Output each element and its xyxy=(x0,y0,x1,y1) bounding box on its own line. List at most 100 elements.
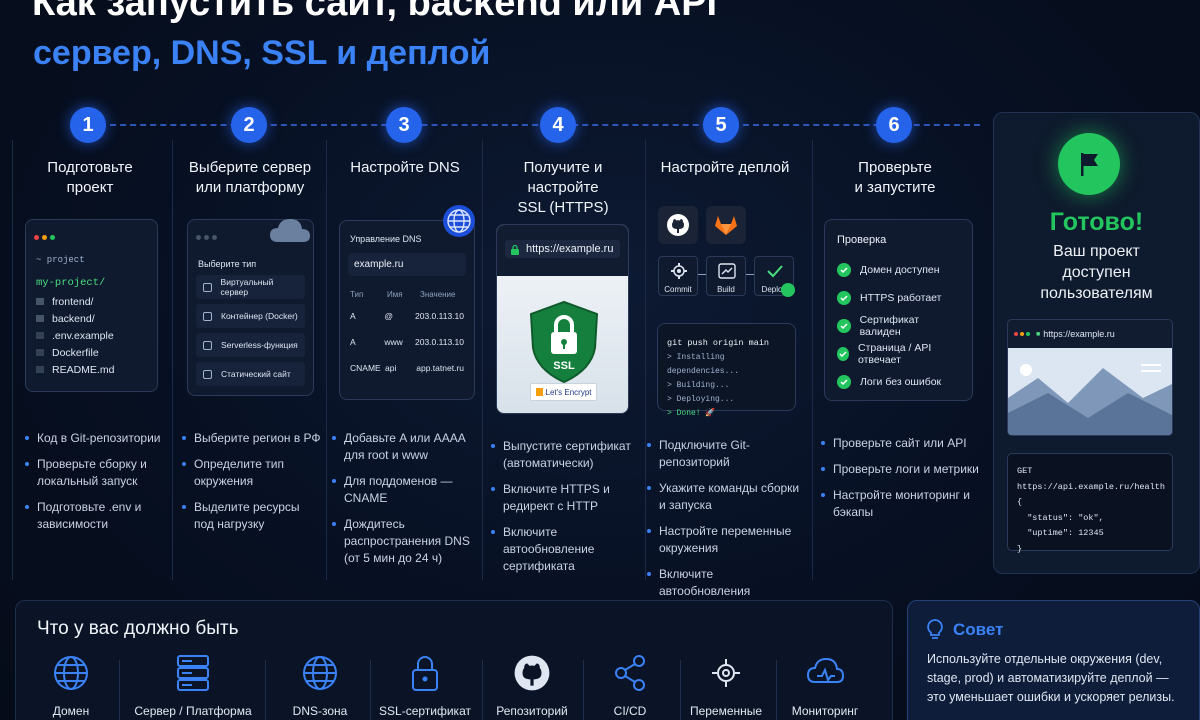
container-icon xyxy=(203,311,212,321)
bullet-item: Подключите Git-репозиторий xyxy=(647,437,807,471)
github-icon xyxy=(658,206,698,244)
page-subtitle: сервер, DNS, SSL и деплой xyxy=(33,34,491,72)
bullet-item: Дождитесь распространения DNS (от 5 мин … xyxy=(332,516,478,567)
file-item: frontend/ xyxy=(36,293,147,310)
share-nodes-icon xyxy=(580,652,680,694)
done-browser-toolbar: ■ https://example.ru xyxy=(1008,320,1172,348)
dns-card: Управление DNS example.ru Тип Имя Значение… xyxy=(339,220,475,400)
file-icon xyxy=(36,349,44,356)
requirement-variables: Переменные xyxy=(676,652,776,718)
database-icon xyxy=(203,282,212,292)
letsencrypt-logo-icon xyxy=(535,388,543,396)
dns-record-row: A @203.0.113.10 xyxy=(350,311,464,321)
bullet-item: Включите автообновления xyxy=(647,566,807,600)
ssl-browser-card: https://example.ru SSL Let's Encrypt xyxy=(496,224,629,414)
column-divider xyxy=(326,140,327,580)
bullet-item: Выберите регион в РФ xyxy=(182,430,322,447)
requirement-ssl: SSL-сертификат xyxy=(375,652,475,718)
cloud-icon xyxy=(270,219,310,242)
step-4-bullets: Выпустите сертификат (автоматически) Вклю… xyxy=(491,438,641,584)
bullet-item: Код в Git-репозитории xyxy=(25,430,165,447)
step-number-2: 2 xyxy=(231,107,267,143)
cloud-monitoring-icon xyxy=(775,652,875,694)
step-number-3: 3 xyxy=(386,107,422,143)
bullet-item: Проверьте сборку и локальный запуск xyxy=(25,456,165,490)
bullet-item: Настройте переменные окружения xyxy=(647,523,807,557)
ssl-url: https://example.ru xyxy=(526,243,614,255)
requirements-title: Что у вас должно быть xyxy=(37,618,239,639)
check-icon xyxy=(837,263,851,277)
step-number-5: 5 xyxy=(703,107,739,143)
done-panel: Готово! Ваш проект доступен пользователям … xyxy=(993,112,1200,574)
terminal-header: ~ project xyxy=(36,255,85,265)
check-item: Страница / API отвечает xyxy=(837,340,960,368)
check-item: HTTPS работает xyxy=(837,284,960,312)
pipeline-arrow xyxy=(698,274,706,275)
requirement-divider xyxy=(370,660,371,720)
bullet-item: Для поддоменов — CNAME xyxy=(332,473,478,507)
step-number-1: 1 xyxy=(70,107,106,143)
step-title-4: Получите и настройте SSL (HTTPS) xyxy=(517,159,609,216)
bullet-item: Настройте мониторинг и бэкапы xyxy=(821,487,986,521)
check-icon xyxy=(837,347,849,361)
done-browser: ■ https://example.ru xyxy=(1007,319,1173,436)
pipeline-deploy: Deploy xyxy=(754,256,795,297)
server-icon xyxy=(131,652,255,694)
bullet-item: Проверьте сайт или API xyxy=(821,435,986,452)
done-title: Готово! xyxy=(1049,208,1144,236)
step-6-bullets: Проверьте сайт или API Проверьте логи и м… xyxy=(821,435,986,530)
bullet-item: Определите тип окружения xyxy=(182,456,322,490)
step-title-5: Настройте деплой xyxy=(660,159,790,176)
done-message: Ваш проект доступен пользователям xyxy=(1040,243,1153,302)
dns-record-row: CNAME api app.tatnet.ru xyxy=(350,363,464,373)
requirement-divider xyxy=(119,660,120,720)
gear-icon xyxy=(671,263,687,279)
file-icon xyxy=(36,332,44,339)
step-title-2: Выберите сервер или платформу xyxy=(188,159,312,196)
browser-toolbar: https://example.ru xyxy=(497,225,628,276)
server-option[interactable]: Статический сайт xyxy=(196,362,305,386)
project-tree-card: ~ project my-project/ frontend/backend/.… xyxy=(25,219,158,392)
bullet-item: Добавьте A или AAAA для root и www xyxy=(332,430,478,464)
lock-icon xyxy=(511,244,519,255)
column-divider xyxy=(12,140,13,580)
letsencrypt-badge: Let's Encrypt xyxy=(530,383,597,401)
ssl-shield-text: SSL xyxy=(553,360,575,372)
file-item: Dockerfile xyxy=(36,344,147,361)
cloud-function-icon xyxy=(203,340,212,350)
lightbulb-icon xyxy=(926,619,944,646)
file-item: backend/ xyxy=(36,310,147,327)
globe-icon xyxy=(443,205,475,237)
server-type-label: Выберите тип xyxy=(198,259,257,269)
page-title: Как запустить сайт, backend или API xyxy=(32,0,718,24)
folder-icon xyxy=(36,298,44,305)
file-item: README.md xyxy=(36,361,147,378)
server-option[interactable]: Контейнер (Docker) xyxy=(196,304,305,328)
requirement-domain: Домен xyxy=(21,652,121,718)
tip-title: Совет xyxy=(953,620,1004,639)
pipeline-build: Build xyxy=(706,256,746,296)
bullet-item: Укажите команды сборки и запуска xyxy=(647,480,807,514)
requirement-divider xyxy=(265,660,266,720)
mountain-landscape-image xyxy=(1008,348,1172,435)
requirement-dns-zone: DNS-зона xyxy=(270,652,370,718)
dns-domain-field: example.ru xyxy=(348,253,466,276)
server-options: Виртуальный сервер Контейнер (Docker) Serv… xyxy=(188,275,313,386)
check-icon xyxy=(837,291,851,305)
step-title-1: Подготовьте проект xyxy=(47,159,133,196)
column-divider xyxy=(812,140,813,580)
server-option[interactable]: Serverless-функция xyxy=(196,333,305,357)
server-option[interactable]: Виртуальный сервер xyxy=(196,275,305,299)
requirement-repository: Репозиторий xyxy=(482,652,582,718)
static-site-icon xyxy=(203,369,212,379)
check-item: Сертификат валиден xyxy=(837,312,960,340)
column-divider xyxy=(645,140,646,580)
build-icon xyxy=(718,263,736,279)
step-2-bullets: Выберите регион в РФ Определите тип окруж… xyxy=(182,430,322,542)
bullet-item: Выпустите сертификат (автоматически) xyxy=(491,438,641,472)
deploy-terminal: git push origin main > Installing depend… xyxy=(657,323,796,418)
step-number-4: 4 xyxy=(540,107,576,143)
bullet-item: Проверьте логи и метрики xyxy=(821,461,986,478)
bullet-item: Включите автообновление сертификата xyxy=(491,524,641,575)
gitlab-icon xyxy=(706,206,746,244)
